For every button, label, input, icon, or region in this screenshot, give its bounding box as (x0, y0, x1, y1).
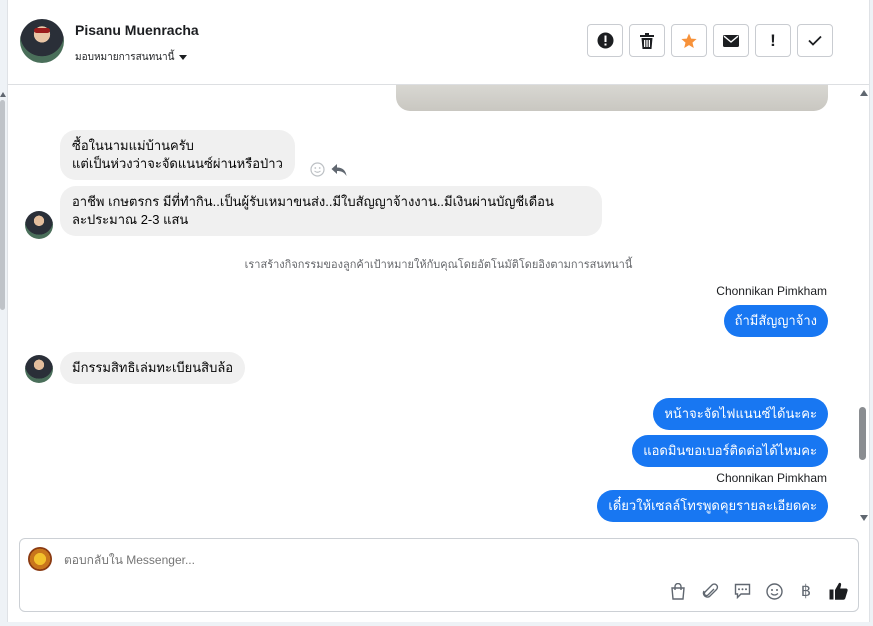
envelope-icon (723, 34, 739, 47)
outer-scrollbar[interactable] (0, 100, 5, 310)
mark-done-button[interactable] (797, 24, 833, 57)
message-text: ซื้อในนามแม่บ้านครับ (72, 138, 194, 153)
outgoing-message[interactable]: เดี๋ยวให้เซลล์โทรพูดคุยรายละเอียดคะ (597, 490, 828, 522)
spam-report-icon (597, 32, 613, 49)
contact-name[interactable]: Pisanu Muenracha (75, 22, 199, 38)
emoji-icon (765, 582, 783, 600)
outgoing-message[interactable]: ถ้ามีสัญญาจ้าง (723, 305, 828, 337)
delete-button[interactable] (629, 24, 665, 57)
trash-icon (640, 32, 654, 49)
mark-unread-button[interactable] (713, 24, 749, 57)
sender-name: Chonnikan Pimkham (716, 284, 827, 298)
contact-avatar-small[interactable] (25, 355, 53, 383)
caret-down-icon (179, 55, 188, 60)
message-actions (310, 162, 347, 177)
message-text: ละประมาณ 2-3 แสน (72, 212, 189, 227)
outgoing-message[interactable]: หน้าจะจัดไฟแนนซ์ได้นะคะ (653, 398, 828, 430)
composer-tools: ฿ (668, 581, 848, 601)
emoji-react-icon[interactable] (310, 162, 325, 177)
star-icon (681, 33, 697, 48)
saved-reply-button[interactable] (732, 581, 752, 601)
message-text: แต่เป็นห่วงว่าจะจัดแนนซ์ผ่านหรือป่าว (72, 156, 283, 171)
baht-icon: ฿ (800, 583, 812, 600)
star-button[interactable] (671, 24, 707, 57)
shopping-bag-icon (671, 582, 685, 600)
thumbs-up-icon (829, 582, 848, 600)
reply-composer: ฿ (19, 538, 859, 612)
chat-scrollbar-thumb[interactable] (859, 407, 866, 460)
conversation-header: Pisanu Muenracha มอบหมายการสนทนานี้ ! (8, 0, 869, 85)
reply-input[interactable] (64, 553, 664, 567)
contact-avatar[interactable] (20, 19, 64, 63)
exclamation-icon: ! (770, 30, 776, 50)
assign-label: มอบหมายการสนทนานี้ (75, 52, 175, 63)
attach-button[interactable] (700, 581, 720, 601)
message-thread: ซื้อในนามแม่บ้านครับ แต่เป็นห่วงว่าจะจัด… (8, 85, 869, 532)
outgoing-message[interactable]: แอดมินขอเบอร์ติดต่อได้ไหมคะ (632, 435, 828, 467)
saved-reply-icon (734, 583, 750, 599)
reply-icon[interactable] (331, 163, 347, 177)
paperclip-icon (702, 582, 718, 598)
sender-name: Chonnikan Pimkham (716, 471, 827, 485)
payment-button[interactable]: ฿ (796, 581, 816, 601)
checkmark-icon (808, 35, 822, 46)
incoming-message[interactable]: มีกรรมสิทธิเล่มทะเบียนสิบล้อ (60, 352, 246, 384)
system-note: เราสร้างกิจกรรมของลูกค้าเป้าหมายให้กับคุ… (244, 259, 633, 271)
contact-avatar-small[interactable] (25, 211, 53, 239)
incoming-message[interactable]: อาชีพ เกษตรกร มีที่ทำกิน..เป็นผู้รับเหมา… (60, 186, 602, 236)
page-avatar (28, 547, 52, 571)
scroll-up-icon[interactable] (860, 90, 868, 96)
header-actions: ! (587, 24, 833, 57)
message-text: อาชีพ เกษตรกร มีที่ทำกิน..เป็นผู้รับเหมา… (72, 194, 554, 209)
assign-conversation-dropdown[interactable]: มอบหมายการสนทนานี้ (75, 50, 188, 65)
scroll-down-icon[interactable] (860, 515, 868, 521)
outer-scroll-up-icon[interactable] (0, 92, 6, 97)
follow-up-button[interactable]: ! (755, 24, 791, 57)
incoming-message[interactable]: ซื้อในนามแม่บ้านครับ แต่เป็นห่วงว่าจะจัด… (60, 130, 295, 180)
like-button[interactable] (828, 581, 848, 601)
shopping-bag-button[interactable] (668, 581, 688, 601)
photo-attachment[interactable] (396, 85, 828, 111)
spam-report-button[interactable] (587, 24, 623, 57)
emoji-button[interactable] (764, 581, 784, 601)
conversation-panel: Pisanu Muenracha มอบหมายการสนทนานี้ ! ซื… (7, 0, 870, 622)
